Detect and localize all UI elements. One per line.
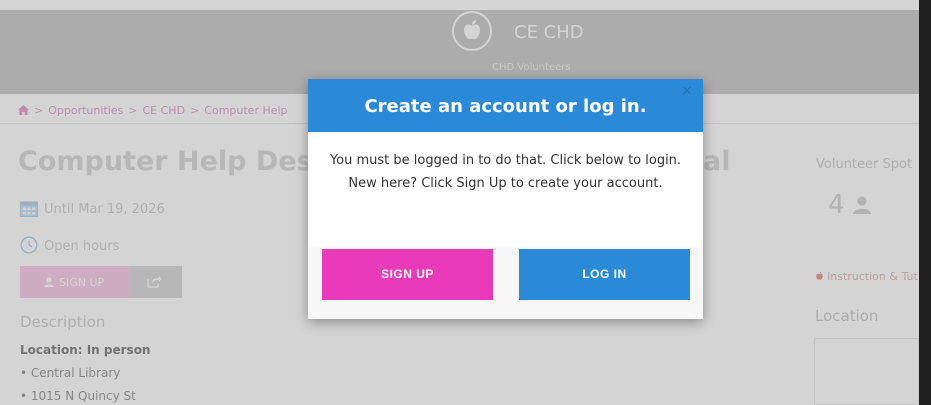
modal-signup-button[interactable]: SIGN UP: [322, 249, 493, 300]
modal-title: Create an account or log in.: [364, 96, 647, 117]
scrollbar[interactable]: [919, 0, 931, 405]
close-icon[interactable]: ×: [680, 84, 694, 98]
modal-login-button[interactable]: LOG IN: [519, 249, 690, 300]
page: CE CHD CHD Volunteers > Opportunities > CE …: [0, 0, 931, 405]
modal-message: You must be logged in to do that. Click …: [329, 153, 682, 191]
login-modal: Create an account or log in. × You must …: [308, 79, 703, 319]
